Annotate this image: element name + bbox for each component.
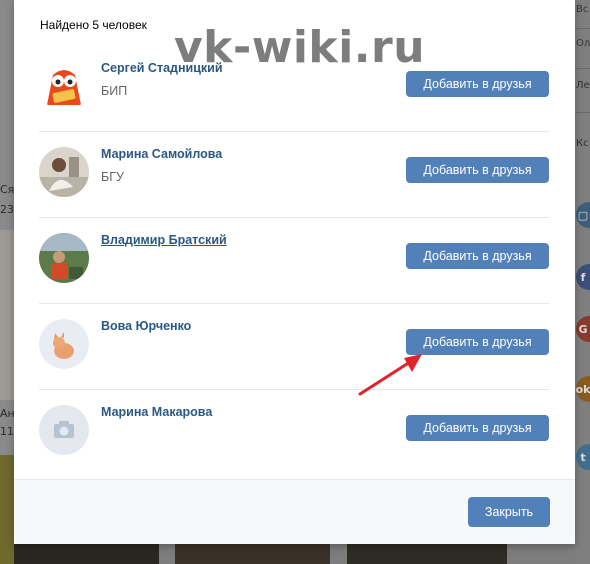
background-text: 11 — [0, 425, 14, 438]
person-name-link[interactable]: Владимир Братский — [101, 233, 227, 247]
background-text: Ле — [576, 80, 590, 91]
search-results-modal: Найдено 5 человек Сергей Стадницкий БИП … — [14, 0, 575, 544]
list-item: Марина Самойлова БГУ Добавить в друзья — [39, 132, 549, 218]
avatar[interactable] — [39, 233, 89, 283]
add-friend-button[interactable]: Добавить в друзья — [406, 243, 549, 269]
background-text: Ол — [576, 38, 590, 49]
add-friend-button[interactable]: Добавить в друзья — [406, 157, 549, 183]
background-photo — [0, 455, 14, 564]
add-friend-button[interactable]: Добавить в друзья — [406, 415, 549, 441]
background-photo — [0, 230, 14, 400]
add-friend-button[interactable]: Добавить в друзья — [406, 71, 549, 97]
list-item: Вова Юрченко Добавить в друзья — [39, 304, 549, 390]
arrow-annotation-icon — [358, 354, 422, 396]
person-name-link[interactable]: Марина Макарова — [101, 405, 212, 419]
background-text: Вс — [576, 4, 589, 15]
person-subtitle: БГУ — [101, 170, 124, 184]
watermark: vk-wiki.ru — [174, 22, 426, 73]
person-subtitle: БИП — [101, 84, 128, 98]
person-name-link[interactable]: Марина Самойлова — [101, 147, 222, 161]
person-name-link[interactable]: Вова Юрченко — [101, 319, 191, 333]
background-text: 23 — [0, 203, 14, 216]
background-divider — [575, 28, 590, 29]
background-text: Ся — [0, 183, 15, 196]
avatar[interactable] — [39, 147, 89, 197]
background-divider — [575, 68, 590, 69]
background-text: Ан — [0, 407, 15, 420]
list-item: Владимир Братский Добавить в друзья — [39, 218, 549, 304]
results-count: Найдено 5 человек — [40, 18, 147, 32]
background-divider — [575, 112, 590, 113]
avatar[interactable] — [39, 319, 89, 369]
close-button[interactable]: Закрыть — [468, 497, 550, 527]
background-text: Кс — [576, 138, 589, 149]
modal-footer: Закрыть — [14, 479, 575, 544]
camera-icon[interactable] — [39, 405, 89, 455]
avatar[interactable] — [39, 61, 89, 111]
list-item: Марина Макарова Добавить в друзья — [39, 390, 549, 476]
